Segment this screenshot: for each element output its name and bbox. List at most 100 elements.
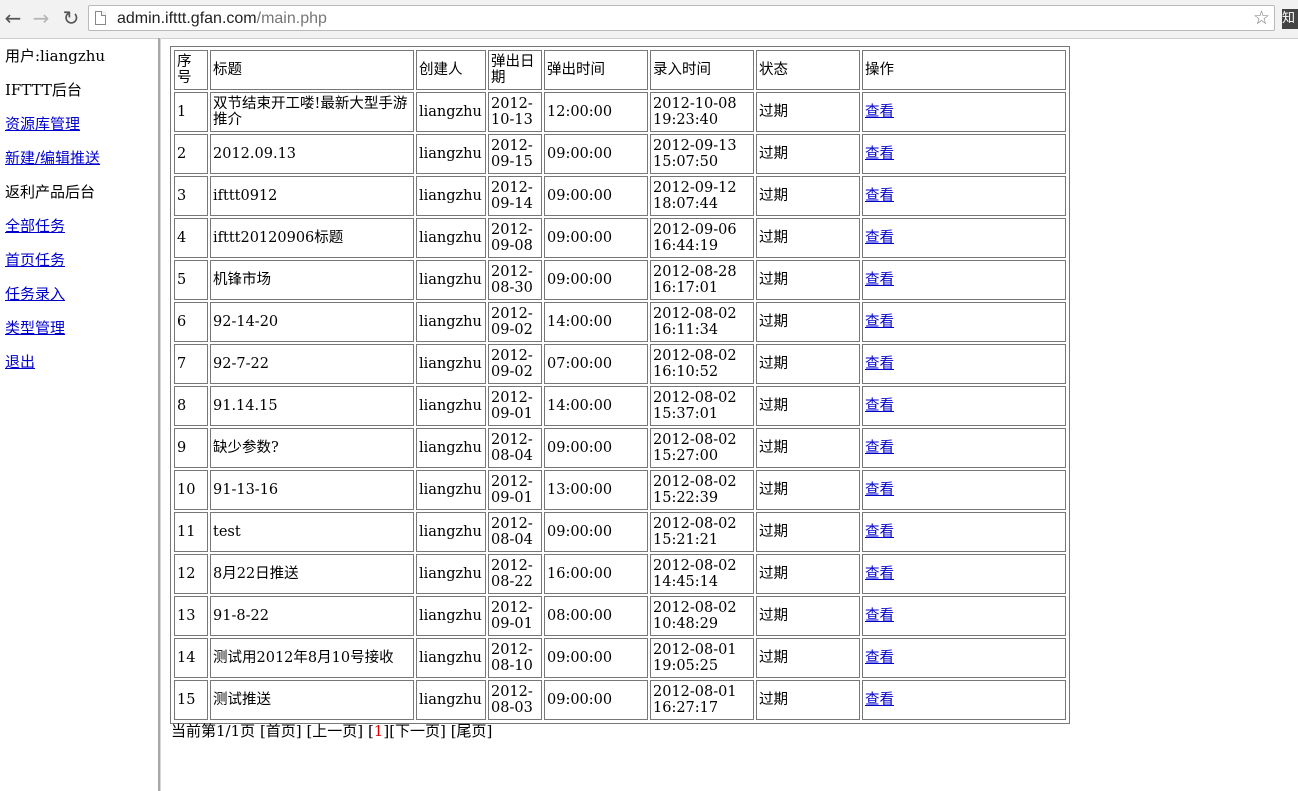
table-row: 10 91-13-16 liangzhu 2012-09-01 13:00:00 2012… xyxy=(174,470,1066,510)
menu-link-new-edit-push[interactable]: 新建/编辑推送 xyxy=(5,149,100,167)
table-row: 6 92-14-20 liangzhu 2012-09-02 14:00:00 2012-… xyxy=(174,302,1066,342)
menu-link-all-tasks[interactable]: 全部任务 xyxy=(5,217,65,235)
pagination: 当前第1/1页 [首页] [上一页] [1][下一页] [尾页] xyxy=(171,721,492,741)
address-bar[interactable]: admin.ifttt.gfan.com/main.php ☆ xyxy=(88,5,1275,31)
url-text[interactable]: admin.ifttt.gfan.com/main.php xyxy=(117,9,327,29)
cell-creator: liangzhu xyxy=(416,176,486,216)
cell-entry-time: 2012-09-06 16:44:19 xyxy=(650,218,754,258)
cell-creator: liangzhu xyxy=(416,554,486,594)
pager-prev[interactable]: [上一页] xyxy=(306,722,363,740)
cell-entry-time: 2012-08-02 15:37:01 xyxy=(650,386,754,426)
cell-popup-time: 09:00:00 xyxy=(544,260,648,300)
cell-title: 8月22日推送 xyxy=(210,554,414,594)
view-link[interactable]: 查看 xyxy=(865,314,894,330)
cell-status: 过期 xyxy=(756,428,860,468)
pager-first[interactable]: [首页] xyxy=(260,722,302,740)
cell-status: 过期 xyxy=(756,680,860,720)
header-popup-date: 弹出日期 xyxy=(488,50,542,90)
task-table: 序号 标题 创建人 弹出日期 弹出时间 录入时间 状态 操作 1 双节结束开工喽!… xyxy=(172,48,1068,722)
cell-popup-time: 16:00:00 xyxy=(544,554,648,594)
frame-divider[interactable] xyxy=(158,38,161,791)
menu-link-task-entry[interactable]: 任务录入 xyxy=(5,285,65,303)
cell-status: 过期 xyxy=(756,134,860,174)
cell-action: 查看 xyxy=(862,344,1066,384)
view-link[interactable]: 查看 xyxy=(865,650,894,666)
header-entry-time: 录入时间 xyxy=(650,50,754,90)
cell-title: 双节结束开工喽!最新大型手游推介 xyxy=(210,92,414,132)
cell-index: 8 xyxy=(174,386,208,426)
view-link[interactable]: 查看 xyxy=(865,524,894,540)
cell-popup-date: 2012-09-01 xyxy=(488,470,542,510)
header-index: 序号 xyxy=(174,50,208,90)
cell-entry-time: 2012-10-08 19:23:40 xyxy=(650,92,754,132)
cell-status: 过期 xyxy=(756,218,860,258)
pager-next[interactable]: [下一页] xyxy=(389,722,446,740)
header-title: 标题 xyxy=(210,50,414,90)
cell-status: 过期 xyxy=(756,512,860,552)
cell-entry-time: 2012-09-13 15:07:50 xyxy=(650,134,754,174)
forward-arrow-icon[interactable]: → xyxy=(30,7,52,29)
cell-action: 查看 xyxy=(862,596,1066,636)
back-arrow-icon[interactable]: ← xyxy=(2,7,24,29)
table-row: 4 ifttt20120906标题 liangzhu 2012-09-08 09:00:… xyxy=(174,218,1066,258)
table-row: 9 缺少参数? liangzhu 2012-08-04 09:00:00 2012-08-… xyxy=(174,428,1066,468)
cell-popup-time: 09:00:00 xyxy=(544,218,648,258)
cell-index: 14 xyxy=(174,638,208,678)
cell-title: 缺少参数? xyxy=(210,428,414,468)
extension-icon[interactable]: 知 xyxy=(1282,9,1298,29)
cell-popup-time: 08:00:00 xyxy=(544,596,648,636)
view-link[interactable]: 查看 xyxy=(865,398,894,414)
cell-popup-time: 14:00:00 xyxy=(544,386,648,426)
cell-index: 9 xyxy=(174,428,208,468)
cell-index: 15 xyxy=(174,680,208,720)
cell-popup-date: 2012-09-14 xyxy=(488,176,542,216)
cell-action: 查看 xyxy=(862,176,1066,216)
table-row: 7 92-7-22 liangzhu 2012-09-02 07:00:00 2012-0… xyxy=(174,344,1066,384)
cell-index: 12 xyxy=(174,554,208,594)
reload-icon[interactable]: ↻ xyxy=(60,7,82,29)
view-link[interactable]: 查看 xyxy=(865,272,894,288)
table-row: 2 2012.09.13 liangzhu 2012-09-15 09:00:00 201… xyxy=(174,134,1066,174)
cell-status: 过期 xyxy=(756,554,860,594)
table-row: 11 test liangzhu 2012-08-04 09:00:00 2012-08-… xyxy=(174,512,1066,552)
cell-action: 查看 xyxy=(862,92,1066,132)
menu-link-home-tasks[interactable]: 首页任务 xyxy=(5,251,65,269)
cell-index: 6 xyxy=(174,302,208,342)
menu-link-type-management[interactable]: 类型管理 xyxy=(5,319,65,337)
cell-title: 91-13-16 xyxy=(210,470,414,510)
cell-creator: liangzhu xyxy=(416,134,486,174)
cell-popup-date: 2012-09-02 xyxy=(488,344,542,384)
view-link[interactable]: 查看 xyxy=(865,188,894,204)
bookmark-star-icon[interactable]: ☆ xyxy=(1253,7,1270,29)
cell-index: 2 xyxy=(174,134,208,174)
view-link[interactable]: 查看 xyxy=(865,104,894,120)
view-link[interactable]: 查看 xyxy=(865,566,894,582)
table-row: 3 ifttt0912 liangzhu 2012-09-14 09:00:00 2012… xyxy=(174,176,1066,216)
cell-popup-time: 09:00:00 xyxy=(544,512,648,552)
pager-current-page: 1 xyxy=(373,722,384,740)
pager-last[interactable]: [尾页] xyxy=(451,722,493,740)
cell-entry-time: 2012-08-02 15:22:39 xyxy=(650,470,754,510)
header-status: 状态 xyxy=(756,50,860,90)
cell-popup-time: 09:00:00 xyxy=(544,638,648,678)
menu-link-resource-library[interactable]: 资源库管理 xyxy=(5,115,80,133)
cell-title: 测试推送 xyxy=(210,680,414,720)
view-link[interactable]: 查看 xyxy=(865,692,894,708)
cell-creator: liangzhu xyxy=(416,512,486,552)
view-link[interactable]: 查看 xyxy=(865,146,894,162)
view-link[interactable]: 查看 xyxy=(865,230,894,246)
view-link[interactable]: 查看 xyxy=(865,356,894,372)
view-link[interactable]: 查看 xyxy=(865,482,894,498)
menu-link-logout[interactable]: 退出 xyxy=(5,353,35,371)
cell-entry-time: 2012-08-02 16:10:52 xyxy=(650,344,754,384)
cell-title: 2012.09.13 xyxy=(210,134,414,174)
cell-popup-time: 13:00:00 xyxy=(544,470,648,510)
cell-popup-time: 12:00:00 xyxy=(544,92,648,132)
cell-entry-time: 2012-08-02 15:21:21 xyxy=(650,512,754,552)
cell-action: 查看 xyxy=(862,470,1066,510)
view-link[interactable]: 查看 xyxy=(865,440,894,456)
cell-status: 过期 xyxy=(756,176,860,216)
cell-popup-time: 09:00:00 xyxy=(544,134,648,174)
view-link[interactable]: 查看 xyxy=(865,608,894,624)
cell-entry-time: 2012-08-02 10:48:29 xyxy=(650,596,754,636)
